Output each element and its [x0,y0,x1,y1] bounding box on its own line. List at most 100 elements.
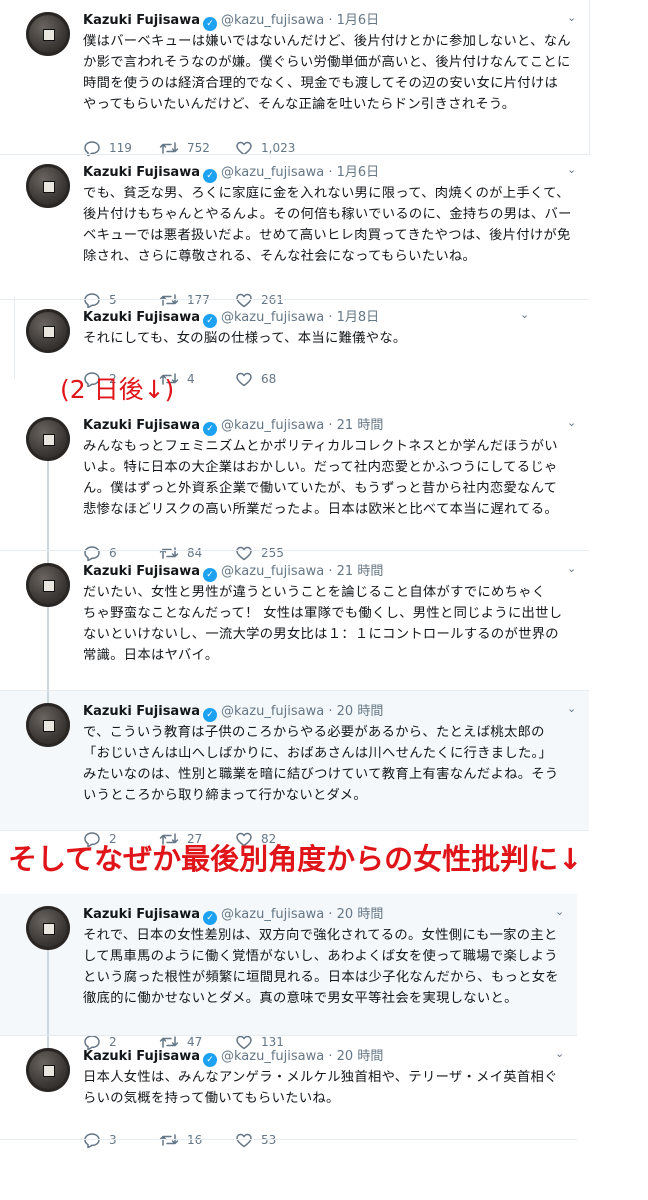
reply-count: 3 [109,1133,117,1147]
chevron-down-icon[interactable]: ⌄ [520,309,529,320]
annotation-two-days-later: (2 日後↓) [60,375,175,404]
chevron-down-icon[interactable]: ⌄ [567,703,576,714]
like-icon [236,372,252,387]
coin-hole-icon [43,580,55,592]
verified-badge-icon: ✓ [203,314,217,328]
retweet-count: 16 [187,1133,203,1147]
author-handle[interactable]: @kazu_fujisawa [221,13,324,28]
retweet-button[interactable]: 16 [159,1131,202,1149]
author-name[interactable]: Kazuki Fujisawa [83,165,200,180]
tweet-text: だいたい、女性と男性が違うということを論じること自体がすでにめちゃく ちゃ野蛮な… [83,585,563,663]
tweet-text: 僕はバーベキューは嫌いではないんだけど、後片付けとかに参加しないと、なん か影で… [83,34,571,112]
chevron-down-icon[interactable]: ⌄ [567,164,576,175]
author-name[interactable]: Kazuki Fujisawa [83,310,200,325]
thread-connector [47,950,49,1036]
author-handle[interactable]: @kazu_fujisawa [221,564,324,579]
verified-badge-icon: ✓ [203,708,217,722]
thread-connector [47,607,49,691]
verified-badge-icon: ✓ [203,169,217,183]
tweet-text: でも、貧乏な男、ろくに家庭に金を入れない男に限って、肉焼くのが上手くて、 後片付… [83,186,572,264]
verified-badge-icon: ✓ [203,911,217,925]
thread-connector [47,691,49,703]
author-name[interactable]: Kazuki Fujisawa [83,1049,200,1064]
tweet-header: Kazuki Fujisawa ✓ @kazu_fujisawa · 20 時間 [83,906,384,925]
tweet-divider [0,830,589,831]
coin-hole-icon [43,181,55,193]
reply-icon [84,1133,100,1149]
author-handle[interactable]: @kazu_fujisawa [221,907,324,922]
tweet-card[interactable]: Kazuki Fujisawa ✓ @kazu_fujisawa · 21 時間 ⌄ み… [0,405,589,562]
author-name[interactable]: Kazuki Fujisawa [83,564,200,579]
tweet-card[interactable]: Kazuki Fujisawa ✓ @kazu_fujisawa · 20 時間 ⌄ そ… [0,894,577,1051]
separator-dot: · [328,418,333,433]
author-handle[interactable]: @kazu_fujisawa [221,704,324,719]
chevron-down-icon[interactable]: ⌄ [567,12,576,23]
coin-hole-icon [43,326,55,338]
chevron-down-icon[interactable]: ⌄ [567,417,576,428]
reply-button[interactable]: 3 [83,1131,117,1149]
author-handle[interactable]: @kazu_fujisawa [221,310,324,325]
coin-hole-icon [43,923,55,935]
tweet-text: 日本人女性は、みんなアンゲラ・メルケル独首相や、テリーザ・メイ英首相ぐ らいの気… [83,1070,558,1106]
author-name[interactable]: Kazuki Fujisawa [83,13,200,28]
coin-hole-icon [43,1065,55,1077]
chevron-down-icon[interactable]: ⌄ [555,906,564,917]
timestamp[interactable]: 20 時間 [337,1049,384,1064]
timestamp[interactable]: 20 時間 [337,907,384,922]
avatar[interactable] [26,563,70,607]
separator-dot: · [328,165,333,180]
separator-dot: · [328,13,333,28]
thread-connector [47,1036,49,1048]
author-name[interactable]: Kazuki Fujisawa [83,907,200,922]
timestamp[interactable]: 1月6日 [337,165,380,180]
coin-hole-icon [43,720,55,732]
timestamp[interactable]: 1月8日 [337,310,380,325]
author-handle[interactable]: @kazu_fujisawa [221,418,324,433]
author-name[interactable]: Kazuki Fujisawa [83,704,200,719]
verified-badge-icon: ✓ [203,568,217,582]
tweet-card[interactable]: Kazuki Fujisawa ✓ @kazu_fujisawa · 1月8日 ⌄ それ… [14,297,542,388]
tweet-card[interactable]: Kazuki Fujisawa ✓ @kazu_fujisawa · 21 時間 ⌄ だ… [0,551,589,708]
separator-dot: · [328,704,333,719]
tweet-card[interactable]: Kazuki Fujisawa ✓ @kazu_fujisawa · 20 時間 ⌄ 日… [0,1036,577,1149]
coin-hole-icon [43,434,55,446]
avatar[interactable] [26,1048,70,1092]
author-name[interactable]: Kazuki Fujisawa [83,418,200,433]
coin-hole-icon [43,29,55,41]
chevron-down-icon[interactable]: ⌄ [555,1048,564,1059]
tweet-header: Kazuki Fujisawa ✓ @kazu_fujisawa · 20 時間 [83,703,384,722]
separator-dot: · [328,310,333,325]
avatar[interactable] [26,164,70,208]
thread-connector [47,461,49,551]
timestamp[interactable]: 1月6日 [337,13,380,28]
tweet-card[interactable]: Kazuki Fujisawa ✓ @kazu_fujisawa · 1月6日 ⌄ 僕は… [0,0,589,157]
tweet-text: みんなもっとフェミニズムとかポリティカルコレクトネスとか学んだほうがい いよ。特… [83,439,558,517]
author-handle[interactable]: @kazu_fujisawa [221,1049,324,1064]
thread-connector [47,551,49,563]
tweet-text: それにしても、女の脳の仕様って、本当に難儀やな。 [83,331,407,346]
annotation-final-criticism: そしてなぜか最後別角度からの女性批判に↓ [8,842,583,876]
avatar[interactable] [26,309,70,353]
timestamp[interactable]: 20 時間 [337,704,384,719]
tweet-text: それで、日本の女性差別は、双方向で強化されてるの。女性側にも一家の主と して馬車… [83,928,559,1006]
separator-dot: · [328,564,333,579]
tweet-divider [0,1139,577,1140]
avatar[interactable] [26,703,70,747]
tweet-header: Kazuki Fujisawa ✓ @kazu_fujisawa · 21 時間 [83,563,384,582]
author-handle[interactable]: @kazu_fujisawa [221,165,324,180]
chevron-down-icon[interactable]: ⌄ [567,563,576,574]
tweet-text: で、こういう教育は子供のころからやる必要があるから、たとえば桃太郎の 「おじいさ… [83,725,559,803]
timestamp[interactable]: 21 時間 [337,564,384,579]
like-button[interactable]: 53 [235,1131,276,1149]
tweet-header: Kazuki Fujisawa ✓ @kazu_fujisawa · 1月8日 [83,309,380,328]
tweet-card[interactable]: Kazuki Fujisawa ✓ @kazu_fujisawa · 20 時間 ⌄ で… [0,691,589,848]
tweet-card[interactable]: Kazuki Fujisawa ✓ @kazu_fujisawa · 1月6日 ⌄ でも… [0,152,589,309]
timestamp[interactable]: 21 時間 [337,418,384,433]
tweet-header: Kazuki Fujisawa ✓ @kazu_fujisawa · 1月6日 [83,12,380,31]
like-button[interactable]: 68 [235,370,276,388]
avatar[interactable] [26,417,70,461]
separator-dot: · [328,907,333,922]
avatar[interactable] [26,12,70,56]
tweet-header: Kazuki Fujisawa ✓ @kazu_fujisawa · 20 時間 [83,1048,384,1067]
avatar[interactable] [26,906,70,950]
